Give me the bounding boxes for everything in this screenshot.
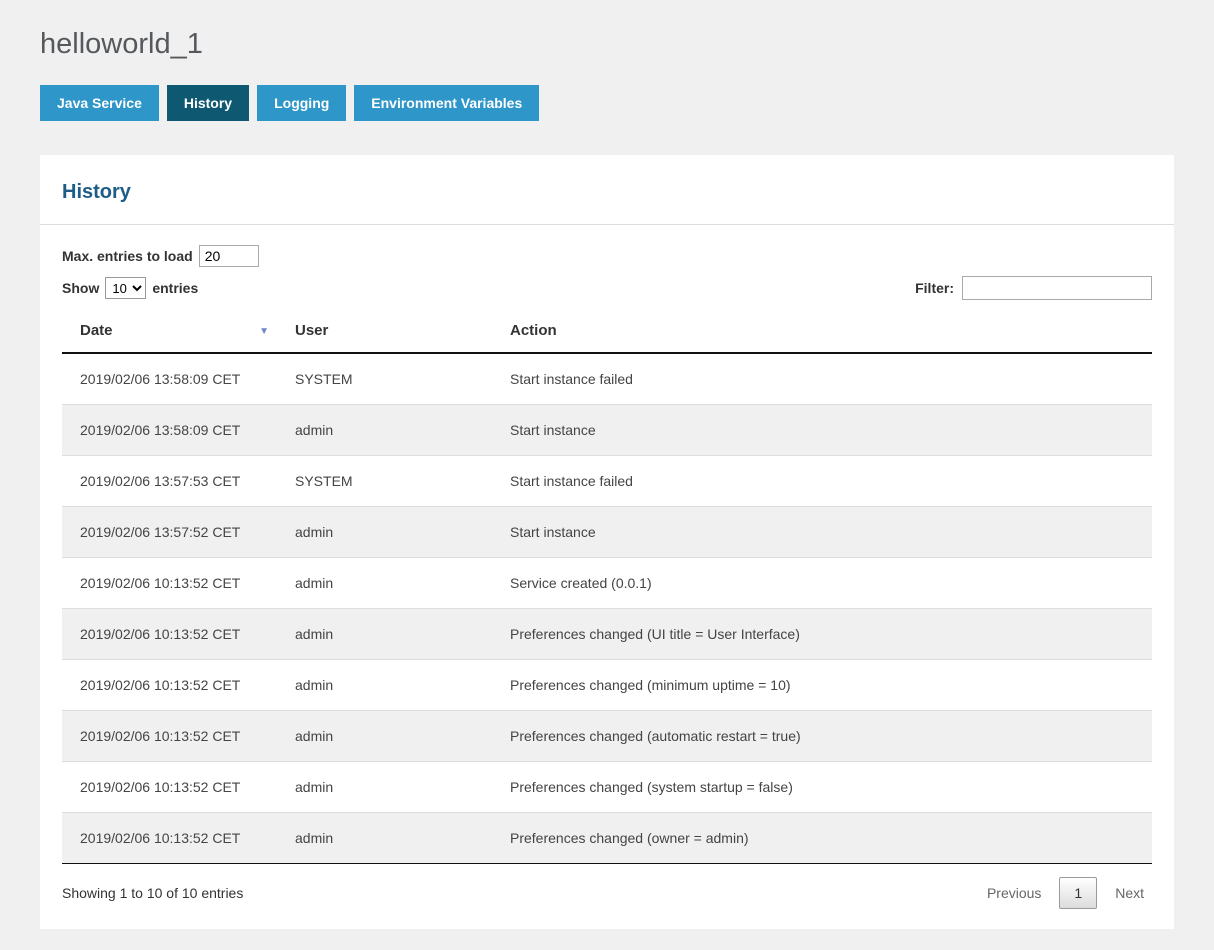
show-label: Show [62, 280, 99, 296]
table-row: 2019/02/06 10:13:52 CET admin Preference… [62, 660, 1152, 711]
max-entries-label: Max. entries to load [62, 248, 193, 264]
history-table-body: 2019/02/06 13:58:09 CET SYSTEM Start ins… [62, 353, 1152, 864]
filter-input[interactable] [962, 276, 1152, 300]
table-row: 2019/02/06 10:13:52 CET admin Preference… [62, 762, 1152, 813]
cell-date: 2019/02/06 10:13:52 CET [62, 813, 277, 864]
cell-action: Preferences changed (UI title = User Int… [492, 609, 1152, 660]
cell-action: Service created (0.0.1) [492, 558, 1152, 609]
cell-action: Start instance failed [492, 353, 1152, 405]
table-row: 2019/02/06 10:13:52 CET admin Preference… [62, 711, 1152, 762]
cell-user: admin [277, 813, 492, 864]
column-header-user-label: User [295, 322, 328, 339]
show-filter-row: Show 10 entries Filter: [62, 276, 1152, 300]
cell-action: Start instance [492, 507, 1152, 558]
table-row: 2019/02/06 13:57:53 CET SYSTEM Start ins… [62, 456, 1152, 507]
cell-date: 2019/02/06 10:13:52 CET [62, 711, 277, 762]
cell-user: admin [277, 609, 492, 660]
column-header-action-label: Action [510, 322, 557, 339]
cell-action: Preferences changed (automatic restart =… [492, 711, 1152, 762]
filter-control: Filter: [915, 276, 1152, 300]
panel-heading: History [62, 181, 1152, 204]
cell-date: 2019/02/06 10:13:52 CET [62, 609, 277, 660]
tab-java-service[interactable]: Java Service [40, 85, 159, 121]
pagination: Previous 1 Next [979, 877, 1152, 909]
tab-history[interactable]: History [167, 85, 249, 121]
page-title: helloworld_1 [40, 28, 1174, 61]
table-row: 2019/02/06 13:58:09 CET SYSTEM Start ins… [62, 353, 1152, 405]
cell-user: SYSTEM [277, 353, 492, 405]
cell-user: admin [277, 507, 492, 558]
panel-body: Max. entries to load Show 10 entries Fil… [40, 225, 1174, 929]
history-panel: History Max. entries to load Show 10 ent… [40, 155, 1174, 929]
cell-date: 2019/02/06 10:13:52 CET [62, 762, 277, 813]
tab-bar: Java Service History Logging Environment… [40, 85, 1174, 121]
cell-date: 2019/02/06 13:57:52 CET [62, 507, 277, 558]
cell-date: 2019/02/06 10:13:52 CET [62, 558, 277, 609]
cell-user: admin [277, 711, 492, 762]
cell-action: Preferences changed (system startup = fa… [492, 762, 1152, 813]
cell-action: Start instance [492, 405, 1152, 456]
cell-date: 2019/02/06 13:58:09 CET [62, 353, 277, 405]
table-row: 2019/02/06 10:13:52 CET admin Preference… [62, 813, 1152, 864]
previous-button[interactable]: Previous [979, 879, 1049, 907]
max-entries-input[interactable] [199, 245, 259, 267]
max-entries-row: Max. entries to load [62, 245, 1152, 267]
next-button[interactable]: Next [1107, 879, 1152, 907]
table-row: 2019/02/06 10:13:52 CET admin Preference… [62, 609, 1152, 660]
cell-action: Preferences changed (owner = admin) [492, 813, 1152, 864]
column-header-user[interactable]: User [277, 314, 492, 353]
cell-date: 2019/02/06 10:13:52 CET [62, 660, 277, 711]
showing-info: Showing 1 to 10 of 10 entries [62, 885, 243, 901]
cell-action: Preferences changed (minimum uptime = 10… [492, 660, 1152, 711]
page-1-button[interactable]: 1 [1059, 877, 1097, 909]
filter-label: Filter: [915, 280, 954, 296]
column-header-date-label: Date [80, 322, 113, 339]
table-footer: Showing 1 to 10 of 10 entries Previous 1… [62, 864, 1152, 929]
column-header-date[interactable]: Date ▼ [62, 314, 277, 353]
history-table: Date ▼ User Action 2019/02/06 13:58:09 C… [62, 314, 1152, 864]
tab-environment-variables[interactable]: Environment Variables [354, 85, 539, 121]
cell-action: Start instance failed [492, 456, 1152, 507]
cell-date: 2019/02/06 13:57:53 CET [62, 456, 277, 507]
table-row: 2019/02/06 13:58:09 CET admin Start inst… [62, 405, 1152, 456]
cell-user: admin [277, 405, 492, 456]
page-length-select[interactable]: 10 [105, 277, 146, 299]
cell-date: 2019/02/06 13:58:09 CET [62, 405, 277, 456]
cell-user: SYSTEM [277, 456, 492, 507]
cell-user: admin [277, 558, 492, 609]
entries-label: entries [152, 280, 198, 296]
cell-user: admin [277, 762, 492, 813]
table-header-row: Date ▼ User Action [62, 314, 1152, 353]
table-row: 2019/02/06 13:57:52 CET admin Start inst… [62, 507, 1152, 558]
table-row: 2019/02/06 10:13:52 CET admin Service cr… [62, 558, 1152, 609]
page-length-control: Show 10 entries [62, 277, 198, 299]
column-header-action[interactable]: Action [492, 314, 1152, 353]
sort-descending-icon: ▼ [259, 326, 269, 337]
tab-logging[interactable]: Logging [257, 85, 346, 121]
cell-user: admin [277, 660, 492, 711]
panel-header: History [40, 155, 1174, 225]
